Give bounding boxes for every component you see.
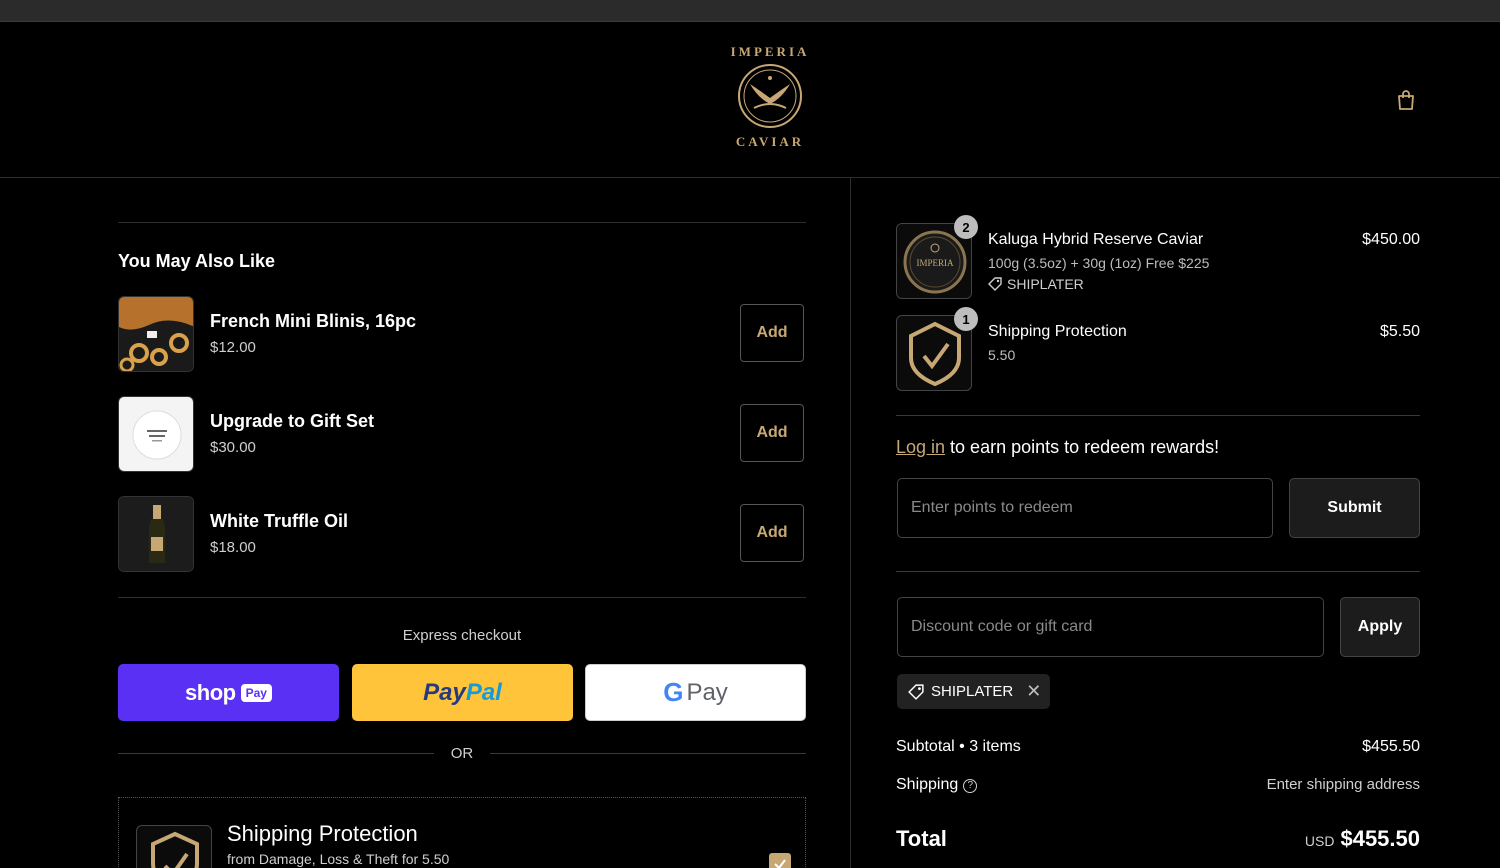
line-item-variant: 5.50 (988, 347, 1016, 363)
subtotal-label: Subtotal • 3 items (896, 738, 1021, 755)
express-checkout-label: Express checkout (402, 627, 522, 644)
shop-pay-button[interactable]: shop Pay (118, 664, 339, 721)
points-input[interactable]: Enter points to redeem (897, 478, 1273, 538)
apply-discount-button[interactable]: Apply (1340, 597, 1420, 657)
order-line-item: IMPERIA 2 Kaluga Hybrid Reserve Caviar 1… (896, 215, 1420, 299)
remove-discount-icon[interactable]: ✕ (1026, 681, 1041, 702)
upsell-name: White Truffle Oil (210, 511, 348, 531)
section-divider (896, 571, 1420, 572)
checkmark-icon (774, 859, 786, 868)
tag-icon (988, 277, 1002, 291)
protection-title: Shipping Protection (227, 821, 418, 846)
google-g-icon: G (663, 677, 684, 707)
submit-points-button[interactable]: Submit (1289, 478, 1420, 538)
line-item-discount-code: SHIPLATER (1007, 276, 1084, 292)
line-item-discount: SHIPLATER (988, 276, 1084, 292)
line-item-price: $5.50 (1379, 323, 1420, 340)
order-line-item: 1 Shipping Protection 5.50 $5.50 (896, 307, 1420, 391)
paypal-logo-part2: Pal (465, 678, 502, 706)
loyalty-message: Log in to earn points to redeem rewards! (896, 437, 1219, 458)
site-header: IMPERIA CAVIAR (0, 22, 1500, 178)
section-divider (118, 222, 806, 223)
line-item-title: Shipping Protection (988, 323, 1127, 340)
shipping-protection-offer: Shipping Protection from Damage, Loss & … (118, 797, 806, 868)
total-value-row: USD $455.50 (1305, 826, 1420, 852)
or-divider-left (118, 753, 434, 754)
tag-icon (908, 683, 924, 700)
line-item-variant: 100g (3.5oz) + 30g (1oz) Free $225 (988, 255, 1210, 271)
protection-checkbox[interactable] (769, 853, 791, 868)
upsell-name: Upgrade to Gift Set (210, 411, 375, 431)
upsell-name: French Mini Blinis, 16pc (210, 311, 417, 331)
upsell-item-truffle-oil: White Truffle Oil $18.00 Add (118, 496, 806, 572)
shipping-label-row: Shipping? (896, 776, 978, 794)
line-item-title: Kaluga Hybrid Reserve Caviar (988, 231, 1204, 248)
or-divider-right (490, 753, 806, 754)
truffle-oil-thumbnail (118, 496, 194, 572)
shop-pay-logo-text: shop (185, 679, 236, 705)
upsell-price: $12.00 (210, 339, 256, 356)
shop-pay-chip: Pay (240, 683, 272, 702)
paypal-logo-part1: Pay (423, 678, 466, 706)
applied-discount-chip: SHIPLATER ✕ (897, 674, 1050, 709)
add-gift-set-button[interactable]: Add (740, 404, 804, 462)
logo-bottom-text: CAVIAR (735, 134, 805, 149)
help-icon[interactable]: ? (963, 779, 978, 793)
shield-check-icon (136, 825, 212, 868)
section-divider (118, 597, 806, 598)
total-value: $455.50 (1340, 826, 1420, 851)
upsell-item-gift-set: Upgrade to Gift Set $30.00 Add (118, 396, 806, 472)
total-label: Total (896, 826, 947, 851)
applied-discount-code: SHIPLATER (931, 683, 1014, 700)
shipping-label: Shipping (896, 776, 959, 793)
upsell-price: $30.00 (210, 439, 256, 456)
gift-set-thumbnail (118, 396, 194, 472)
protection-subtitle: from Damage, Loss & Theft for 5.50 (227, 851, 450, 867)
caviar-tin-label: IMPERIA (916, 258, 954, 268)
currency-code: USD (1304, 833, 1335, 849)
line-item-price: $450.00 (1362, 231, 1420, 248)
logo-top-text: IMPERIA (730, 44, 810, 59)
shipping-value: Enter shipping address (1266, 776, 1420, 793)
brand-logo[interactable]: IMPERIA CAVIAR (720, 42, 820, 158)
logo-emblem-icon (738, 64, 802, 128)
google-pay-button[interactable]: G Pay (585, 664, 806, 721)
login-link[interactable]: Log in (896, 437, 945, 457)
upsell-price: $18.00 (210, 539, 256, 556)
add-truffle-oil-button[interactable]: Add (740, 504, 804, 562)
discount-code-input[interactable]: Discount code or gift card (897, 597, 1324, 657)
section-divider (896, 415, 1420, 416)
quantity-badge: 1 (954, 307, 978, 331)
google-pay-text: Pay (686, 678, 728, 706)
column-divider (850, 178, 851, 868)
blinis-thumbnail (118, 296, 194, 372)
subtotal-value: $455.50 (1362, 738, 1420, 755)
browser-chrome-strip (0, 0, 1500, 22)
quantity-badge: 2 (954, 215, 978, 239)
add-blinis-button[interactable]: Add (740, 304, 804, 362)
or-separator: OR (450, 745, 474, 762)
loyalty-text: to earn points to redeem rewards! (945, 437, 1220, 457)
upsell-item-blinis: French Mini Blinis, 16pc $12.00 Add (118, 296, 806, 372)
shopping-bag-icon[interactable] (1394, 88, 1418, 112)
paypal-button[interactable]: Pay Pal (352, 664, 573, 721)
upsell-section-title: You May Also Like (118, 251, 276, 271)
